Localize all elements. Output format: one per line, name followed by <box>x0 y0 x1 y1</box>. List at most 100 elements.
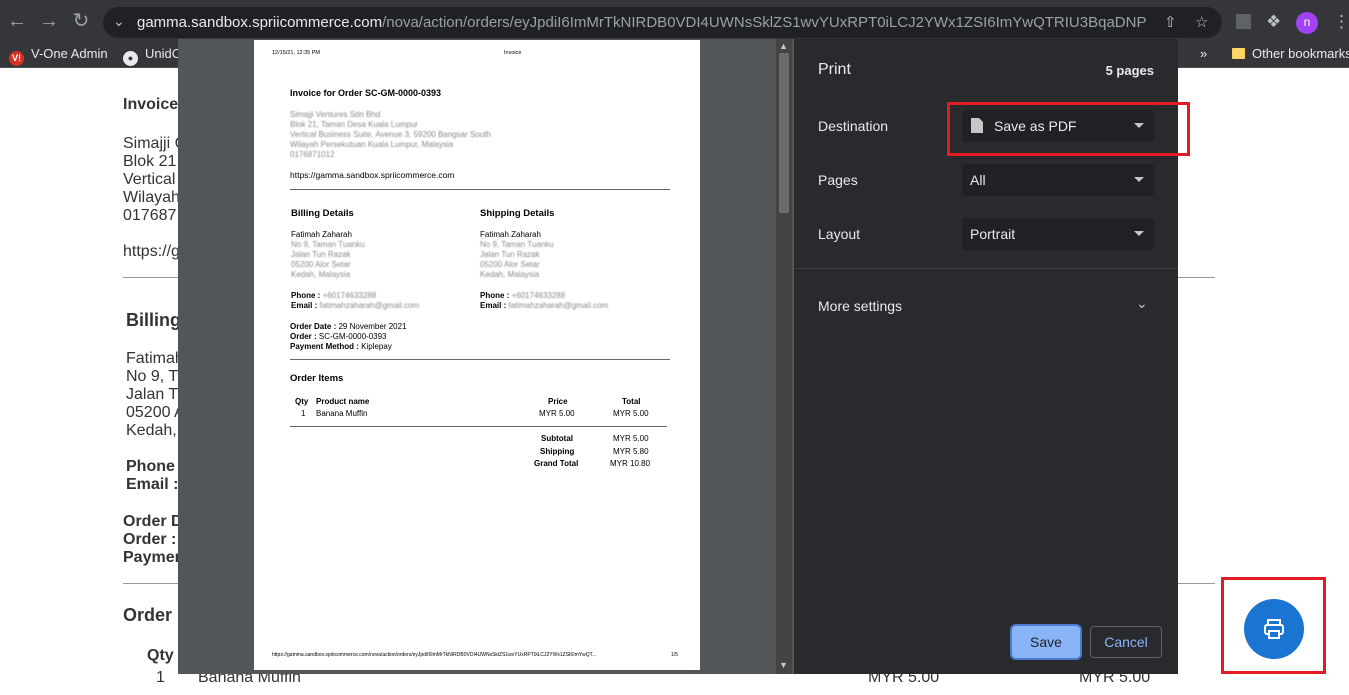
vone-logo-icon: V! <box>9 51 24 66</box>
lock-icon[interactable]: ⌄ <box>113 13 125 30</box>
settings-divider <box>794 268 1178 269</box>
bookmark-unidc[interactable]: ● UnidC <box>123 46 181 66</box>
email-label: Email : <box>126 476 179 493</box>
layout-value: Portrait <box>970 226 1016 242</box>
fab-highlight-box <box>1221 577 1326 674</box>
preview-header-date: 12/15/21, 12:35 PM <box>272 50 321 56</box>
preview-phone-label: Phone : <box>480 291 510 300</box>
back-icon[interactable]: ← <box>6 10 28 32</box>
scroll-up-icon[interactable]: ▲ <box>779 41 788 51</box>
preview-divider <box>290 426 667 427</box>
pages-label: Pages <box>818 172 858 188</box>
browser-toolbar: ← → ↻ ⌄ gamma.sandbox.spriicommerce.com/… <box>0 0 1349 43</box>
forward-icon[interactable]: → <box>38 10 60 32</box>
billing-line: Jalan T <box>126 386 179 403</box>
preview-invoice-title: Invoice for Order SC-GM-0000-0393 <box>290 88 442 98</box>
order-items-heading: Order <box>123 605 173 625</box>
preview-col-product: Product name <box>316 397 370 406</box>
preview-shipping-line: Fatimah Zaharah <box>480 230 541 239</box>
preview-col-qty: Qty <box>295 397 309 406</box>
extension-icon[interactable] <box>1236 14 1251 29</box>
page-title: Invoice <box>123 96 179 113</box>
preview-site-url: https://gamma.sandbox.spriicommerce.com <box>290 170 455 180</box>
chevron-down-icon[interactable]: ⌄ <box>1136 295 1148 312</box>
profile-avatar[interactable]: n <box>1296 12 1318 34</box>
bookmarks-overflow[interactable]: » <box>1200 46 1207 61</box>
url-text[interactable]: gamma.sandbox.spriicommerce.com/nova/act… <box>137 14 1147 31</box>
preview-payment-label: Payment Method : <box>290 342 359 351</box>
page-count: 5 pages <box>1105 63 1154 78</box>
address-bar[interactable]: ⌄ gamma.sandbox.spriicommerce.com/nova/a… <box>103 7 1222 38</box>
preview-shipping-line: No 9, Taman Tuanku <box>480 240 554 249</box>
share-icon[interactable]: ⇧ <box>1164 13 1177 31</box>
preview-email-label: Email : <box>480 301 507 310</box>
puzzle-icon[interactable]: ❖ <box>1266 12 1281 32</box>
folder-icon <box>1232 48 1245 59</box>
preview-company-line: Wilayah Persekutuan Kuala Lumpur, Malays… <box>290 140 454 149</box>
preview-footer-url: https://gamma.sandbox.spriicommerce.com/… <box>272 652 597 658</box>
phone-label: Phone <box>126 458 175 475</box>
billing-line: No 9, T <box>126 368 179 385</box>
preview-email-label: Email : <box>291 301 318 310</box>
layout-select[interactable]: Portrait <box>962 218 1154 250</box>
save-button[interactable]: Save <box>1012 626 1080 658</box>
preview-order-items-heading: Order Items <box>290 373 344 384</box>
cancel-button[interactable]: Cancel <box>1090 626 1162 658</box>
pages-value: All <box>970 172 986 188</box>
preview-divider <box>290 189 670 190</box>
preview-email-value: fatimahzaharah@gmail.com <box>508 301 609 310</box>
billing-heading: Billing <box>126 310 181 330</box>
preview-email-value: fatimahzaharah@gmail.com <box>319 301 420 310</box>
other-bookmarks[interactable]: Other bookmarks <box>1232 46 1349 61</box>
dropdown-arrow-icon <box>1134 231 1144 236</box>
preview-company-line: Blok 21, Taman Desa Kuala Lumpur <box>290 120 418 129</box>
billing-line: 05200 A <box>126 404 185 421</box>
preview-page: 12/15/21, 12:35 PM Invoice Invoice for O… <box>254 40 700 670</box>
address-line: Simajji C <box>123 135 187 152</box>
preview-shipping-line: Jalan Tun Razak <box>480 250 540 259</box>
preview-col-price: Price <box>548 397 568 406</box>
qty-header: Qty <box>147 647 174 664</box>
more-settings-toggle[interactable]: More settings <box>818 298 902 314</box>
destination-highlight-box <box>947 102 1190 156</box>
billing-line: Fatimah <box>126 350 184 367</box>
billing-line: Kedah, <box>126 422 177 439</box>
preview-billing-line: Kedah, Malaysia <box>291 270 351 279</box>
preview-billing-line: No 9, Taman Tuanku <box>291 240 365 249</box>
preview-item-name: Banana Muffin <box>316 409 368 418</box>
address-line: 017687 <box>123 207 177 224</box>
destination-label: Destination <box>818 118 889 134</box>
preview-shipping-line: 05200 Alor Setar <box>480 260 540 269</box>
preview-grand-total-value: MYR 10.80 <box>610 459 651 468</box>
menu-icon[interactable]: ⋮ <box>1333 12 1349 32</box>
preview-order-value: SC-GM-0000-0393 <box>318 332 387 341</box>
preview-subtotal-value: MYR 5.00 <box>613 434 649 443</box>
preview-billing-heading: Billing Details <box>291 208 354 219</box>
preview-footer-page: 1/5 <box>671 652 678 658</box>
preview-billing-line: 05200 Alor Setar <box>291 260 351 269</box>
order-date-label: Order D <box>123 513 183 530</box>
preview-grand-total-label: Grand Total <box>534 459 579 468</box>
preview-billing-line: Fatimah Zaharah <box>291 230 352 239</box>
preview-order-date-value: 29 November 2021 <box>338 322 407 331</box>
bookmark-vone-admin[interactable]: V! V-One Admin <box>9 46 108 66</box>
preview-item-price: MYR 5.00 <box>539 409 575 418</box>
print-title: Print <box>818 61 851 78</box>
star-icon[interactable]: ☆ <box>1195 13 1208 31</box>
address-line: Vertical <box>123 171 176 188</box>
reload-icon[interactable]: ↻ <box>70 10 92 32</box>
preview-scrollbar[interactable]: ▲ ▼ <box>776 39 792 674</box>
address-line: Wilayah <box>123 189 180 206</box>
scroll-down-icon[interactable]: ▼ <box>779 660 788 670</box>
preview-header-title: Invoice <box>504 50 522 56</box>
preview-divider <box>290 359 670 360</box>
preview-company-line: Simajji Ventures Sdn Bhd <box>290 110 381 119</box>
preview-shipping-value: MYR 5.80 <box>613 447 649 456</box>
scroll-thumb[interactable] <box>779 53 789 213</box>
layout-label: Layout <box>818 226 861 242</box>
address-line: Blok 21 <box>123 153 177 170</box>
site-url[interactable]: https://g <box>123 243 180 261</box>
pages-select[interactable]: All <box>962 164 1154 196</box>
preview-payment-value: Kiplepay <box>361 342 392 351</box>
dropdown-arrow-icon <box>1134 177 1144 182</box>
